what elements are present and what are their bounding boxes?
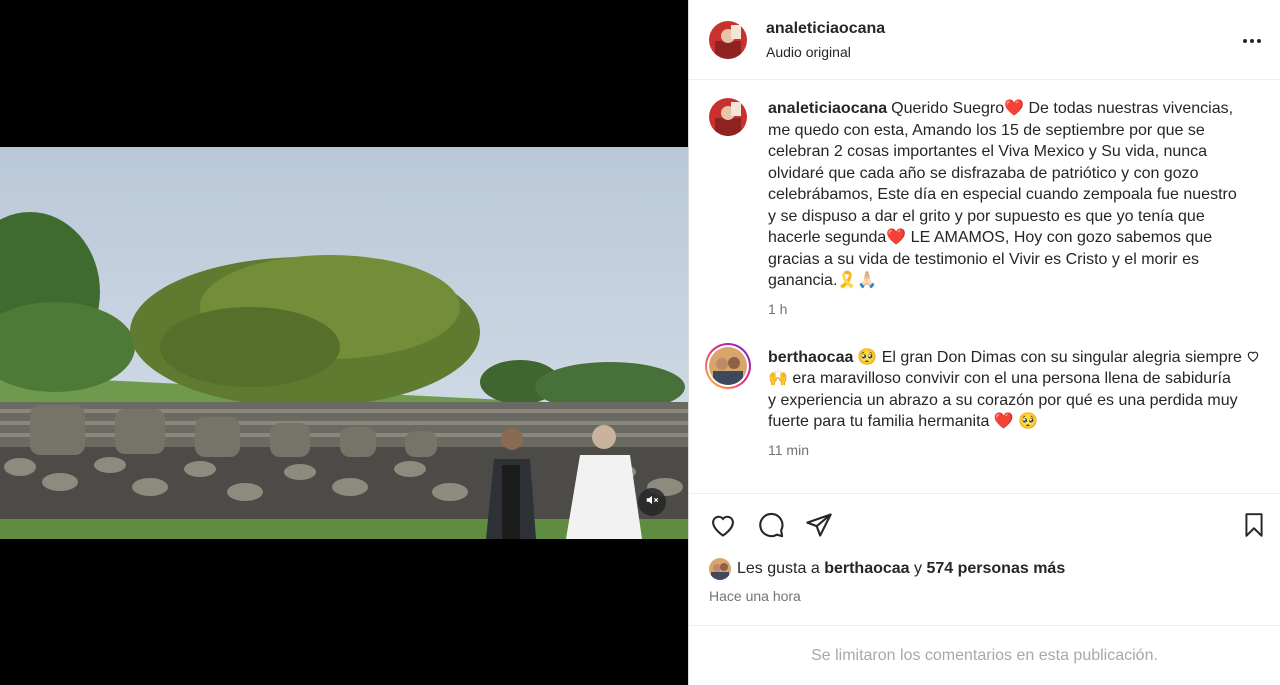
comment-username[interactable]: berthaocaa xyxy=(768,349,853,366)
video-player[interactable] xyxy=(0,147,688,539)
caption-text-block: analeticiaocana Querido Suegro❤️ De todas… xyxy=(768,98,1243,292)
story-ring[interactable] xyxy=(705,342,751,389)
bookmark-icon[interactable] xyxy=(1240,511,1268,539)
paper-plane-icon[interactable] xyxy=(805,511,833,539)
more-options-icon xyxy=(1242,31,1262,49)
comment-bubble-icon[interactable] xyxy=(757,511,785,539)
post-viewer: analeticiaocana Audio original analetici… xyxy=(0,0,1280,685)
caption-timestamp[interactable]: 1 h xyxy=(768,301,1243,317)
action-bar xyxy=(689,494,1280,556)
likes-prefix: Les gusta a xyxy=(737,560,820,577)
comment-like-heart-icon[interactable] xyxy=(1246,349,1260,368)
video-frame xyxy=(0,147,688,539)
post-details-panel: analeticiaocana Audio original analetici… xyxy=(688,0,1280,685)
comment-item: berthaocaa 🥺 El gran Don Dimas con su sin… xyxy=(705,342,1260,458)
caption-username[interactable]: analeticiaocana xyxy=(768,100,887,117)
header-names: analeticiaocana Audio original xyxy=(766,20,1240,60)
author-avatar[interactable] xyxy=(709,20,747,59)
mute-button[interactable] xyxy=(638,488,666,516)
liker-avatar[interactable] xyxy=(709,558,731,580)
post-timestamp[interactable]: Hace una hora xyxy=(689,588,1280,610)
comment-timestamp[interactable]: 11 min xyxy=(768,442,1243,458)
audio-link[interactable]: Audio original xyxy=(766,44,1240,60)
comments-limited-notice: Se limitaron los comentarios en esta pub… xyxy=(689,625,1280,685)
caption-text: Querido Suegro❤️ De todas nuestras viven… xyxy=(768,100,1237,289)
comments-section[interactable]: analeticiaocana Querido Suegro❤️ De todas… xyxy=(689,80,1280,494)
media-panel xyxy=(0,0,688,685)
likes-others-link[interactable]: 574 personas más xyxy=(926,560,1065,578)
likes-connector: y xyxy=(914,560,923,577)
speaker-muted-icon xyxy=(645,493,659,512)
more-options-button[interactable] xyxy=(1240,28,1264,52)
comment-text-block: berthaocaa 🥺 El gran Don Dimas con su sin… xyxy=(768,347,1243,433)
liker-username[interactable]: berthaocaa xyxy=(824,560,909,578)
caption-author-avatar[interactable] xyxy=(709,98,747,136)
likes-summary: Les gusta a berthaocaa y 574 personas má… xyxy=(689,556,1280,582)
post-header: analeticiaocana Audio original xyxy=(689,0,1280,80)
author-username[interactable]: analeticiaocana xyxy=(766,20,1240,38)
caption: analeticiaocana Querido Suegro❤️ De todas… xyxy=(709,98,1260,317)
heart-icon[interactable] xyxy=(709,511,737,539)
commenter-avatar xyxy=(709,346,747,385)
comment-body: berthaocaa 🥺 El gran Don Dimas con su sin… xyxy=(768,347,1243,458)
caption-body: analeticiaocana Querido Suegro❤️ De todas… xyxy=(768,98,1243,317)
